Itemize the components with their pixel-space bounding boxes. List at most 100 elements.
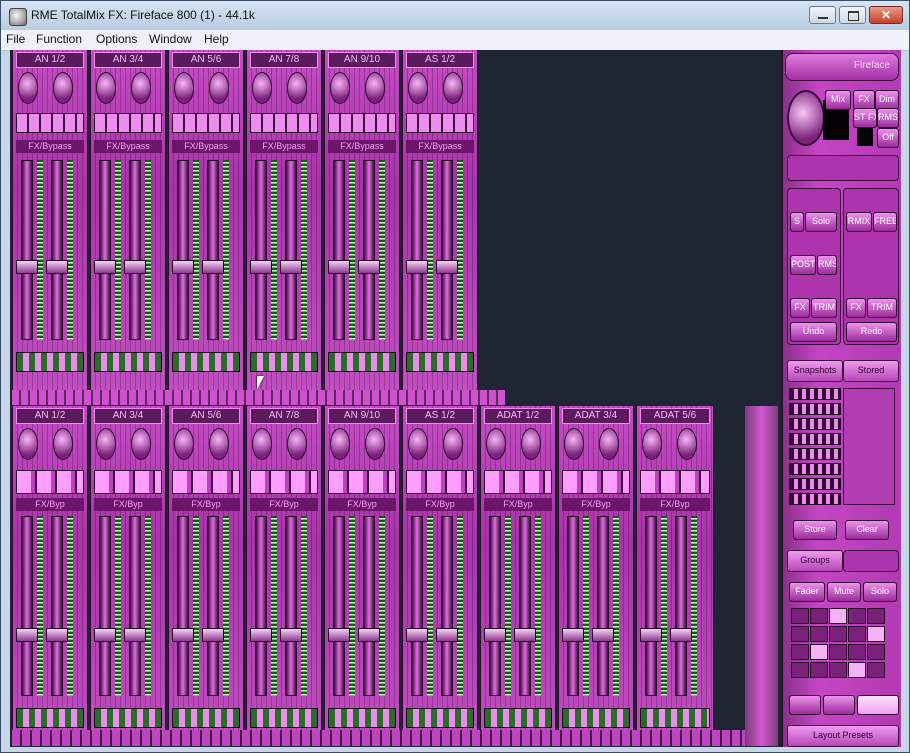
- gain-knob[interactable]: [252, 428, 272, 460]
- gain-knob[interactable]: [96, 72, 116, 104]
- pan-knob[interactable]: [443, 72, 463, 104]
- maximize-button[interactable]: [839, 6, 866, 24]
- fader-track[interactable]: [21, 516, 33, 696]
- fader-handle[interactable]: [46, 628, 68, 642]
- row-scrollbar[interactable]: [12, 730, 745, 746]
- fader-handle[interactable]: [436, 628, 458, 642]
- fader-handle[interactable]: [670, 628, 692, 642]
- channel-name[interactable]: AN 5/6: [172, 408, 240, 424]
- channel-footer[interactable]: [172, 352, 240, 372]
- pan-knob[interactable]: [599, 428, 619, 460]
- channel-footer[interactable]: [484, 708, 552, 728]
- snapshot-slot[interactable]: [789, 478, 841, 490]
- fader-track[interactable]: [177, 160, 189, 340]
- channel-footer[interactable]: [250, 352, 318, 372]
- pan-knob[interactable]: [287, 428, 307, 460]
- fader-handle[interactable]: [358, 628, 380, 642]
- channel-buttons[interactable]: [640, 470, 710, 494]
- channel-strip[interactable]: AN 1/2 FX/Byp: [12, 406, 88, 746]
- groups-solo-button[interactable]: Solo: [863, 582, 897, 602]
- pan-knob[interactable]: [131, 72, 151, 104]
- fader-track[interactable]: [99, 516, 111, 696]
- group-slot[interactable]: [867, 644, 885, 660]
- fader-track[interactable]: [597, 516, 609, 696]
- channel-footer[interactable]: [562, 708, 630, 728]
- gain-knob[interactable]: [174, 72, 194, 104]
- groups-mute-button[interactable]: Mute: [827, 582, 861, 602]
- fader-track[interactable]: [177, 516, 189, 696]
- channel-footer[interactable]: [16, 352, 84, 372]
- fader-handle[interactable]: [250, 628, 272, 642]
- fader-handle[interactable]: [16, 260, 38, 274]
- channel-name[interactable]: AN 9/10: [328, 408, 396, 424]
- group-slot[interactable]: [810, 662, 828, 678]
- channel-name[interactable]: AN 7/8: [250, 52, 318, 68]
- group-slot[interactable]: [867, 662, 885, 678]
- layout-preset-1[interactable]: [789, 695, 821, 715]
- fader-track[interactable]: [441, 516, 453, 696]
- fader-track[interactable]: [99, 160, 111, 340]
- channel-footer[interactable]: [250, 708, 318, 728]
- channel-name[interactable]: AS 1/2: [406, 52, 474, 68]
- channel-strip[interactable]: AS 1/2 FX/Bypass: [402, 50, 478, 390]
- channel-footer[interactable]: [94, 708, 162, 728]
- fader-track[interactable]: [129, 516, 141, 696]
- fader-track[interactable]: [363, 516, 375, 696]
- channel-strip[interactable]: AN 3/4 FX/Byp: [90, 406, 166, 746]
- fader-handle[interactable]: [94, 628, 116, 642]
- fader-track[interactable]: [441, 160, 453, 340]
- channel-buttons[interactable]: [250, 113, 318, 133]
- fx-button[interactable]: FX: [853, 90, 875, 110]
- channel-buttons[interactable]: [16, 113, 84, 133]
- fader-handle[interactable]: [358, 260, 380, 274]
- rms-button[interactable]: RMS: [877, 108, 899, 128]
- channel-footer[interactable]: [406, 352, 474, 372]
- channel-footer[interactable]: [328, 352, 396, 372]
- fader-handle[interactable]: [124, 628, 146, 642]
- channel-buttons[interactable]: [562, 470, 630, 494]
- fader-handle[interactable]: [328, 260, 350, 274]
- channel-footer[interactable]: [406, 708, 474, 728]
- channel-footer[interactable]: [640, 708, 710, 728]
- undo-button[interactable]: Undo: [790, 322, 837, 342]
- channel-buttons[interactable]: [172, 470, 240, 494]
- free-button[interactable]: FREE: [873, 212, 897, 232]
- fader-track[interactable]: [255, 160, 267, 340]
- snapshot-slot[interactable]: [789, 463, 841, 475]
- fader-handle[interactable]: [328, 628, 350, 642]
- gain-knob[interactable]: [18, 72, 38, 104]
- channel-buttons[interactable]: [250, 470, 318, 494]
- channel-strip[interactable]: AN 5/6 FX/Bypass: [168, 50, 244, 390]
- gain-knob[interactable]: [174, 428, 194, 460]
- group-slot[interactable]: [829, 626, 847, 642]
- gain-knob[interactable]: [642, 428, 662, 460]
- fader-track[interactable]: [333, 516, 345, 696]
- fader-handle[interactable]: [202, 260, 224, 274]
- pan-knob[interactable]: [287, 72, 307, 104]
- off-button[interactable]: Off: [877, 128, 899, 148]
- channel-name[interactable]: ADAT 5/6: [640, 408, 710, 424]
- group-slot[interactable]: [791, 626, 809, 642]
- snapshot-slot[interactable]: [789, 388, 841, 400]
- pan-knob[interactable]: [521, 428, 541, 460]
- group-slot[interactable]: [810, 626, 828, 642]
- channel-footer[interactable]: [94, 352, 162, 372]
- channel-buttons[interactable]: [406, 113, 474, 133]
- menu-function[interactable]: Function: [36, 32, 82, 46]
- layout-preset-3[interactable]: [857, 695, 899, 715]
- channel-strip[interactable]: AS 1/2 FX/Byp: [402, 406, 478, 746]
- fader-handle[interactable]: [562, 628, 584, 642]
- snapshot-slot[interactable]: [789, 433, 841, 445]
- channel-name[interactable]: AN 7/8: [250, 408, 318, 424]
- pan-knob[interactable]: [443, 428, 463, 460]
- fader-handle[interactable]: [406, 628, 428, 642]
- menu-help[interactable]: Help: [204, 32, 229, 46]
- pan-knob[interactable]: [365, 72, 385, 104]
- fader-handle[interactable]: [484, 628, 506, 642]
- fader-track[interactable]: [519, 516, 531, 696]
- channel-buttons[interactable]: [94, 113, 162, 133]
- fader-handle[interactable]: [172, 260, 194, 274]
- group-slot[interactable]: [791, 644, 809, 660]
- fader-handle[interactable]: [514, 628, 536, 642]
- channel-strip[interactable]: ADAT 3/4 FX/Byp: [558, 406, 634, 746]
